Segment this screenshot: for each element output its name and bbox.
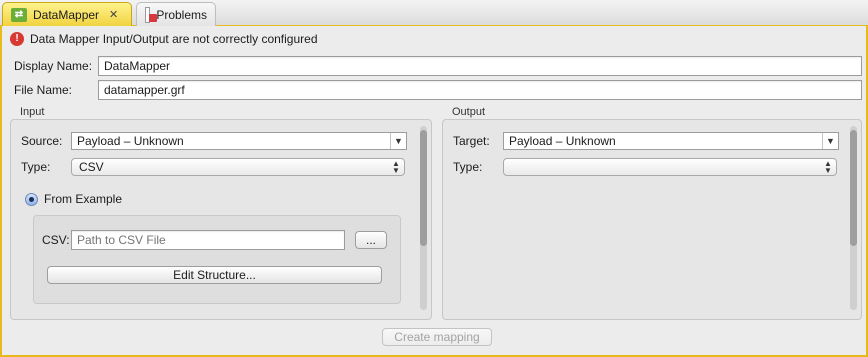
tab-datamapper[interactable]: ⇄ DataMapper ✕ <box>2 2 132 26</box>
input-type-select[interactable]: CSV ▲ ▼ <box>71 158 405 176</box>
output-type-row: Type: ▲ ▼ <box>453 158 837 176</box>
tab-problems[interactable]: Problems <box>136 2 216 26</box>
create-mapping-button[interactable]: Create mapping <box>382 328 492 346</box>
updown-arrows-icon: ▲ ▼ <box>824 159 832 175</box>
editor-tab-bar: ⇄ DataMapper ✕ Problems <box>0 0 868 26</box>
file-name-label: File Name: <box>14 83 73 97</box>
display-name-field[interactable]: DataMapper <box>98 56 862 76</box>
output-scrollbar-thumb[interactable] <box>850 130 857 246</box>
error-message: Data Mapper Input/Output are not correct… <box>30 32 318 46</box>
error-icon: ! <box>10 32 24 46</box>
display-name-label: Display Name: <box>14 59 93 73</box>
input-type-value: CSV <box>79 160 104 174</box>
output-type-label: Type: <box>453 160 483 174</box>
source-label: Source: <box>21 134 63 148</box>
problems-icon <box>145 6 158 23</box>
target-row: Target: Payload – Unknown ▼ <box>453 132 839 150</box>
csv-row: CSV: ... <box>42 230 387 250</box>
dropdown-arrow-icon[interactable]: ▼ <box>822 133 838 149</box>
csv-path-input[interactable] <box>71 230 345 250</box>
tab-datamapper-label: DataMapper <box>33 7 100 22</box>
file-name-field[interactable]: datamapper.grf <box>98 80 862 100</box>
file-name-row: File Name: datamapper.grf <box>14 80 862 100</box>
output-section-title: Output <box>452 106 486 118</box>
browse-button[interactable]: ... <box>355 231 387 249</box>
from-example-label: From Example <box>44 192 123 206</box>
source-combo[interactable]: Payload – Unknown ▼ <box>71 132 407 150</box>
csv-label: CSV: <box>42 233 70 247</box>
close-icon[interactable]: ✕ <box>109 8 118 21</box>
updown-arrows-icon: ▲ ▼ <box>392 159 400 175</box>
input-panel: Source: Payload – Unknown ▼ Type: CSV ▲ ▼… <box>10 119 432 320</box>
edit-structure-button[interactable]: Edit Structure... <box>47 266 382 284</box>
example-group: CSV: ... Edit Structure... <box>33 215 401 304</box>
source-row: Source: Payload – Unknown ▼ <box>21 132 407 150</box>
display-name-row: Display Name: DataMapper <box>14 56 862 76</box>
input-scrollbar-thumb[interactable] <box>420 130 427 246</box>
input-scrollbar[interactable] <box>420 126 427 310</box>
from-example-radio[interactable] <box>25 192 38 206</box>
datamapper-editor: ! Data Mapper Input/Output are not corre… <box>0 26 868 357</box>
output-scrollbar[interactable] <box>850 126 857 310</box>
output-panel: Target: Payload – Unknown ▼ Type: ▲ ▼ <box>442 119 862 320</box>
target-value: Payload – Unknown <box>509 134 616 148</box>
error-banner: ! Data Mapper Input/Output are not corre… <box>10 32 318 46</box>
tab-problems-label: Problems <box>156 7 207 22</box>
target-combo[interactable]: Payload – Unknown ▼ <box>503 132 839 150</box>
from-example-option[interactable]: From Example <box>25 192 122 206</box>
input-type-row: Type: CSV ▲ ▼ <box>21 158 405 176</box>
source-value: Payload – Unknown <box>77 134 184 148</box>
target-label: Target: <box>453 134 490 148</box>
output-type-select[interactable]: ▲ ▼ <box>503 158 837 176</box>
input-section-title: Input <box>20 106 45 118</box>
input-type-label: Type: <box>21 160 51 174</box>
datamapper-icon: ⇄ <box>11 7 27 22</box>
dropdown-arrow-icon[interactable]: ▼ <box>390 133 406 149</box>
